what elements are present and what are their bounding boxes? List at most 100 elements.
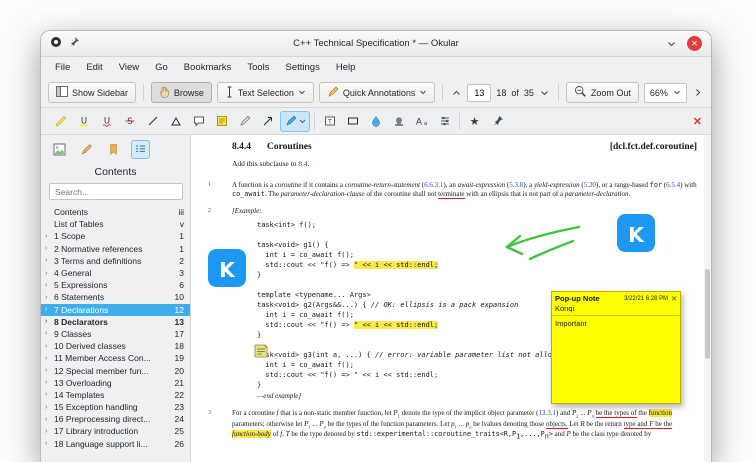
menu-bookmarks[interactable]: Bookmarks	[176, 60, 240, 75]
toc-item[interactable]: › 1 Scope 1	[41, 230, 190, 242]
tab-bookmarks[interactable]	[104, 140, 123, 159]
highlighter-tool-button[interactable]	[50, 111, 71, 132]
doc-link[interactable]: 13.3.1	[539, 409, 557, 417]
expander-icon[interactable]: ›	[45, 416, 54, 423]
pin-annotation-toolbar-icon[interactable]	[487, 111, 508, 132]
expander-icon[interactable]: ›	[45, 330, 54, 337]
expander-icon[interactable]: ›	[45, 233, 54, 240]
toc-item[interactable]: › 11 Member Access Con... 19	[41, 352, 190, 364]
toc-search-input[interactable]	[49, 183, 183, 200]
expander-icon[interactable]: ›	[45, 404, 54, 411]
menu-edit[interactable]: Edit	[78, 60, 110, 75]
expander-icon[interactable]: ›	[45, 391, 54, 398]
previous-page-button[interactable]	[450, 83, 462, 103]
inline-note-tool-button[interactable]	[188, 111, 209, 132]
pin-icon[interactable]	[68, 35, 80, 53]
expander-icon[interactable]: ›	[45, 379, 54, 386]
page-number-input[interactable]	[467, 83, 492, 102]
popup-note-close-button[interactable]: ✕	[671, 295, 677, 303]
adjust-settings-icon[interactable]	[434, 111, 455, 132]
favorite-star-icon[interactable]: ★	[464, 111, 485, 132]
menu-help[interactable]: Help	[328, 60, 364, 75]
toc-item[interactable]: › 3 Terms and definitions 2	[41, 255, 190, 267]
toc-item[interactable]: › 17 Library introduction 25	[41, 425, 190, 437]
expander-icon[interactable]: ›	[45, 318, 54, 325]
stamp-tool-button[interactable]	[388, 111, 409, 132]
menu-tools[interactable]: Tools	[239, 60, 277, 75]
menu-view[interactable]: View	[111, 60, 147, 75]
kde-stamp-annotation[interactable]: K	[208, 249, 246, 287]
toc-item[interactable]: › 16 Preprocessing direct... 24	[41, 413, 190, 425]
popup-note-tool-button[interactable]	[211, 111, 232, 132]
active-annotation-tool-button[interactable]	[280, 110, 310, 132]
toc-item[interactable]: › 13 Overloading 21	[41, 377, 190, 389]
toolbar-overflow-button[interactable]	[692, 83, 704, 103]
freehand-tool-button[interactable]	[234, 111, 255, 132]
straight-line-tool-button[interactable]	[142, 111, 163, 132]
tab-annotations[interactable]	[77, 140, 96, 159]
doc-link[interactable]: 8.4	[298, 159, 307, 168]
toc-item[interactable]: › 2 Normative references 1	[41, 243, 190, 255]
toc-item[interactable]: Contents iii	[41, 206, 190, 218]
quick-annotations-button[interactable]: Quick Annotations	[318, 82, 436, 103]
chevron-down-icon[interactable]	[663, 34, 679, 54]
expander-icon[interactable]: ›	[45, 428, 54, 435]
polygon-tool-button[interactable]	[165, 111, 186, 132]
expander-icon[interactable]: ›	[45, 355, 54, 362]
toc-item[interactable]: › 8 Declarators 13	[41, 316, 190, 328]
popup-note[interactable]: Pop-up Note 3/22/21 6:28 PM ✕ Konqi Impo…	[551, 291, 681, 404]
toc-item[interactable]: › 6 Statements 10	[41, 291, 190, 303]
document-view[interactable]: 8.4.4 Coroutines [dcl.fct.def.coroutine] …	[191, 135, 711, 462]
zoom-out-button[interactable]: Zoom Out	[565, 82, 639, 103]
close-annotation-toolbar-button[interactable]: ✕	[693, 115, 702, 128]
tab-contents[interactable]	[131, 140, 150, 159]
expander-icon[interactable]: ›	[45, 367, 54, 374]
zoom-level-select[interactable]: 66%	[643, 82, 687, 103]
menu-go[interactable]: Go	[147, 60, 176, 75]
titlebar[interactable]: C++ Technical Specification * — Okular ✕	[41, 31, 711, 57]
ink-tool-button[interactable]	[365, 111, 386, 132]
doc-link[interactable]: 5.3.8	[509, 181, 523, 189]
menu-file[interactable]: File	[47, 60, 78, 75]
toc-item[interactable]: List of Tables v	[41, 218, 190, 230]
doc-link[interactable]: 6.6.3.1	[424, 181, 443, 189]
squiggle-tool-button[interactable]: U	[96, 111, 117, 132]
toc-item[interactable]: › 14 Templates 22	[41, 389, 190, 401]
text-selection-button[interactable]: Text Selection	[216, 82, 314, 103]
rectangle-tool-button[interactable]	[342, 111, 363, 132]
menu-settings[interactable]: Settings	[278, 60, 328, 75]
expander-icon[interactable]: ›	[45, 306, 54, 313]
next-page-button[interactable]	[539, 83, 551, 103]
toc-item[interactable]: › 18 Language support li... 26	[41, 438, 190, 450]
expander-icon[interactable]: ›	[45, 440, 54, 447]
doc-link[interactable]: 6.5.4	[666, 181, 680, 189]
tab-thumbnails[interactable]	[50, 140, 69, 159]
toc-item[interactable]: › 9 Classes 17	[41, 328, 190, 340]
window-close-button[interactable]: ✕	[687, 36, 702, 51]
expander-icon[interactable]: ›	[45, 245, 54, 252]
show-sidebar-button[interactable]: Show Sidebar	[48, 82, 137, 103]
kde-stamp-annotation[interactable]: K	[617, 214, 655, 252]
vertical-scrollbar[interactable]	[704, 135, 711, 462]
underline-tool-button[interactable]: U	[73, 111, 94, 132]
scrollbar-thumb[interactable]	[705, 269, 710, 360]
strikeout-tool-button[interactable]: S	[119, 111, 140, 132]
toc-item[interactable]: › 12 Special member fun... 20	[41, 364, 190, 376]
expander-icon[interactable]: ›	[45, 343, 54, 350]
arrow-tool-button[interactable]	[257, 111, 278, 132]
note-annotation-icon[interactable]	[253, 343, 269, 364]
toc-item[interactable]: › 15 Exception handling 23	[41, 401, 190, 413]
browse-tool-button[interactable]: Browse	[150, 82, 212, 103]
doc-link[interactable]: 5.20	[584, 181, 596, 189]
expander-icon[interactable]: ›	[45, 257, 54, 264]
toc-item[interactable]: › 10 Derived classes 18	[41, 340, 190, 352]
expander-icon[interactable]: ›	[45, 294, 54, 301]
expander-icon[interactable]: ›	[45, 270, 54, 277]
expander-icon[interactable]: ›	[45, 282, 54, 289]
toc-item[interactable]: › 4 General 3	[41, 267, 190, 279]
toc-item[interactable]: › 5 Expressions 6	[41, 279, 190, 291]
popup-note-body[interactable]: Important	[552, 316, 680, 403]
font-size-tool-button[interactable]: Aa	[411, 111, 432, 132]
typewriter-tool-button[interactable]: T	[319, 111, 340, 132]
toc-item[interactable]: › 7 Declarations 12	[41, 303, 190, 316]
